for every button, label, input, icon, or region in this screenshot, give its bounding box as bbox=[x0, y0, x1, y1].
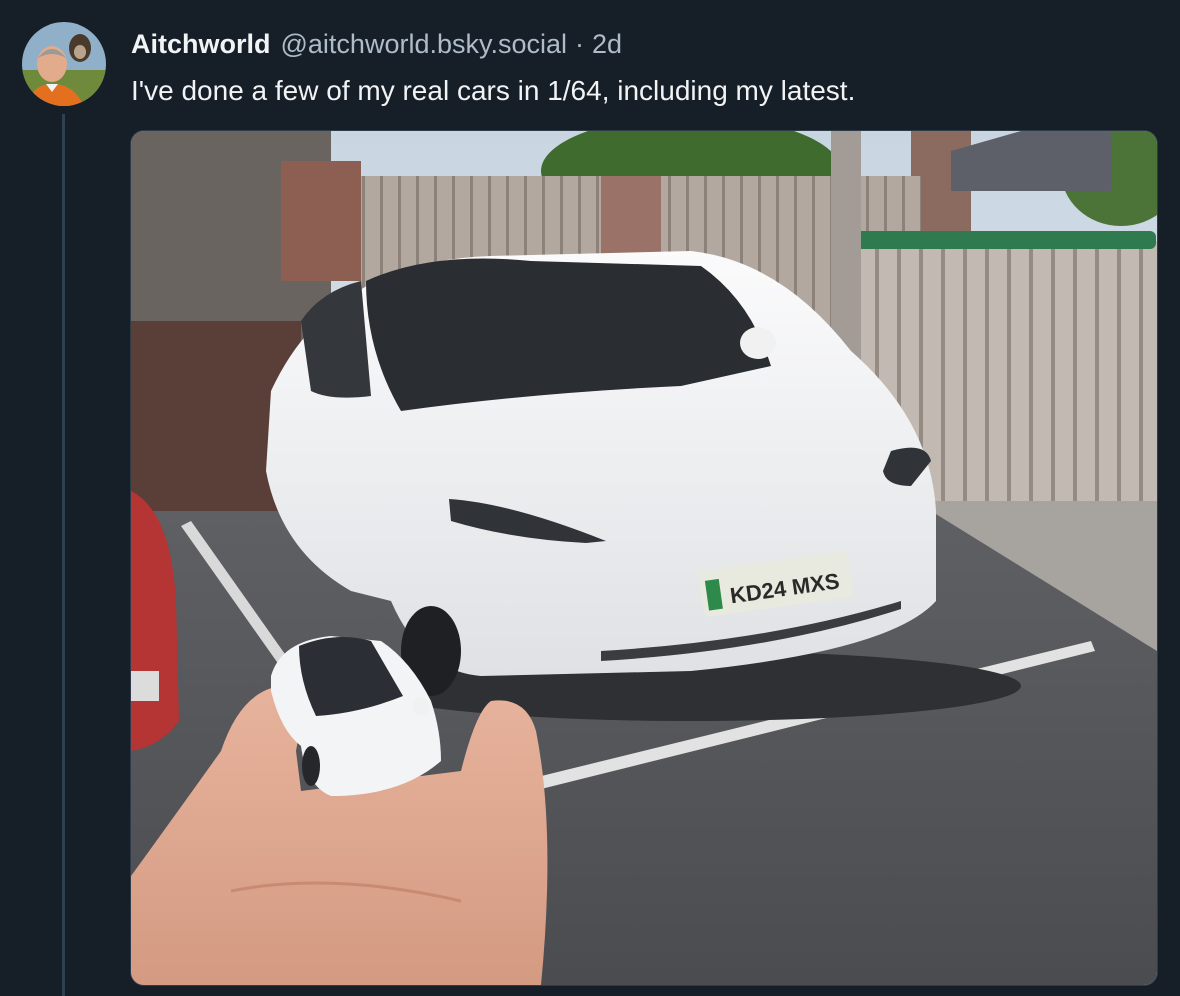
photo-icon: KD24 MXS bbox=[131, 131, 1157, 985]
author-name[interactable]: Aitchworld bbox=[131, 29, 271, 60]
avatar-photo-icon bbox=[22, 22, 106, 106]
post-timestamp[interactable]: 2d bbox=[592, 29, 622, 60]
post-text: I've done a few of my real cars in 1/64,… bbox=[131, 75, 856, 106]
author-handle[interactable]: @aitchworld.bsky.social bbox=[281, 29, 568, 60]
post-header: Aitchworld @aitchworld.bsky.social · 2d bbox=[131, 26, 622, 62]
separator: · bbox=[575, 28, 585, 59]
thread-line bbox=[62, 114, 65, 996]
post[interactable]: Aitchworld @aitchworld.bsky.social · 2d … bbox=[0, 0, 1180, 996]
post-image[interactable]: KD24 MXS bbox=[130, 130, 1158, 986]
avatar[interactable] bbox=[22, 22, 106, 106]
